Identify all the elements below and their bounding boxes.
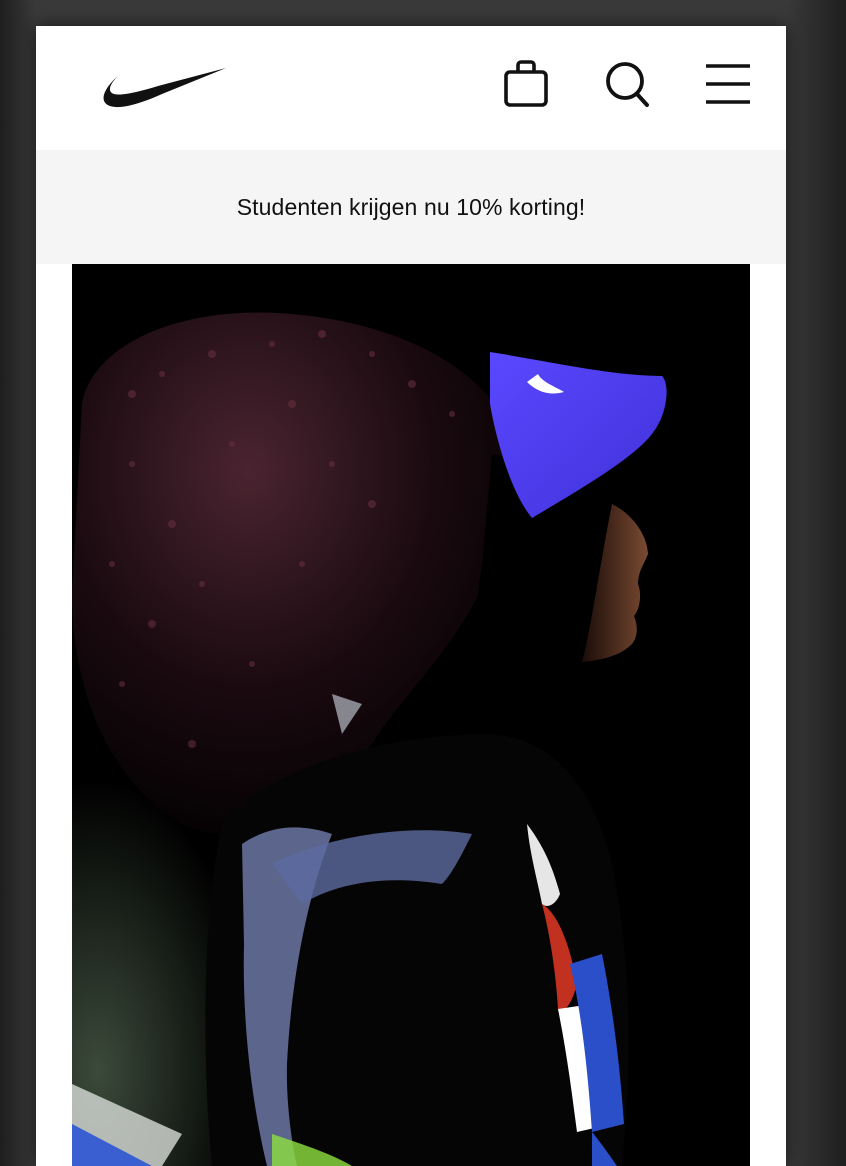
nike-swoosh-icon (103, 68, 226, 108)
hero-image[interactable] (72, 264, 750, 1166)
mobile-viewport: Studenten krijgen nu 10% korting! (36, 26, 786, 1166)
nike-logo-link[interactable] (100, 62, 228, 112)
shopping-bag-icon (504, 60, 548, 107)
promo-text: Studenten krijgen nu 10% korting! (236, 193, 586, 220)
navbar (36, 26, 786, 150)
search-icon (606, 62, 649, 107)
hamburger-menu-icon (706, 64, 750, 104)
athlete-portrait-image (72, 264, 750, 1166)
promo-banner[interactable]: Studenten krijgen nu 10% korting! (36, 150, 786, 264)
search-button[interactable] (602, 58, 654, 110)
menu-button[interactable] (702, 58, 754, 110)
shopping-bag-button[interactable] (500, 58, 552, 110)
